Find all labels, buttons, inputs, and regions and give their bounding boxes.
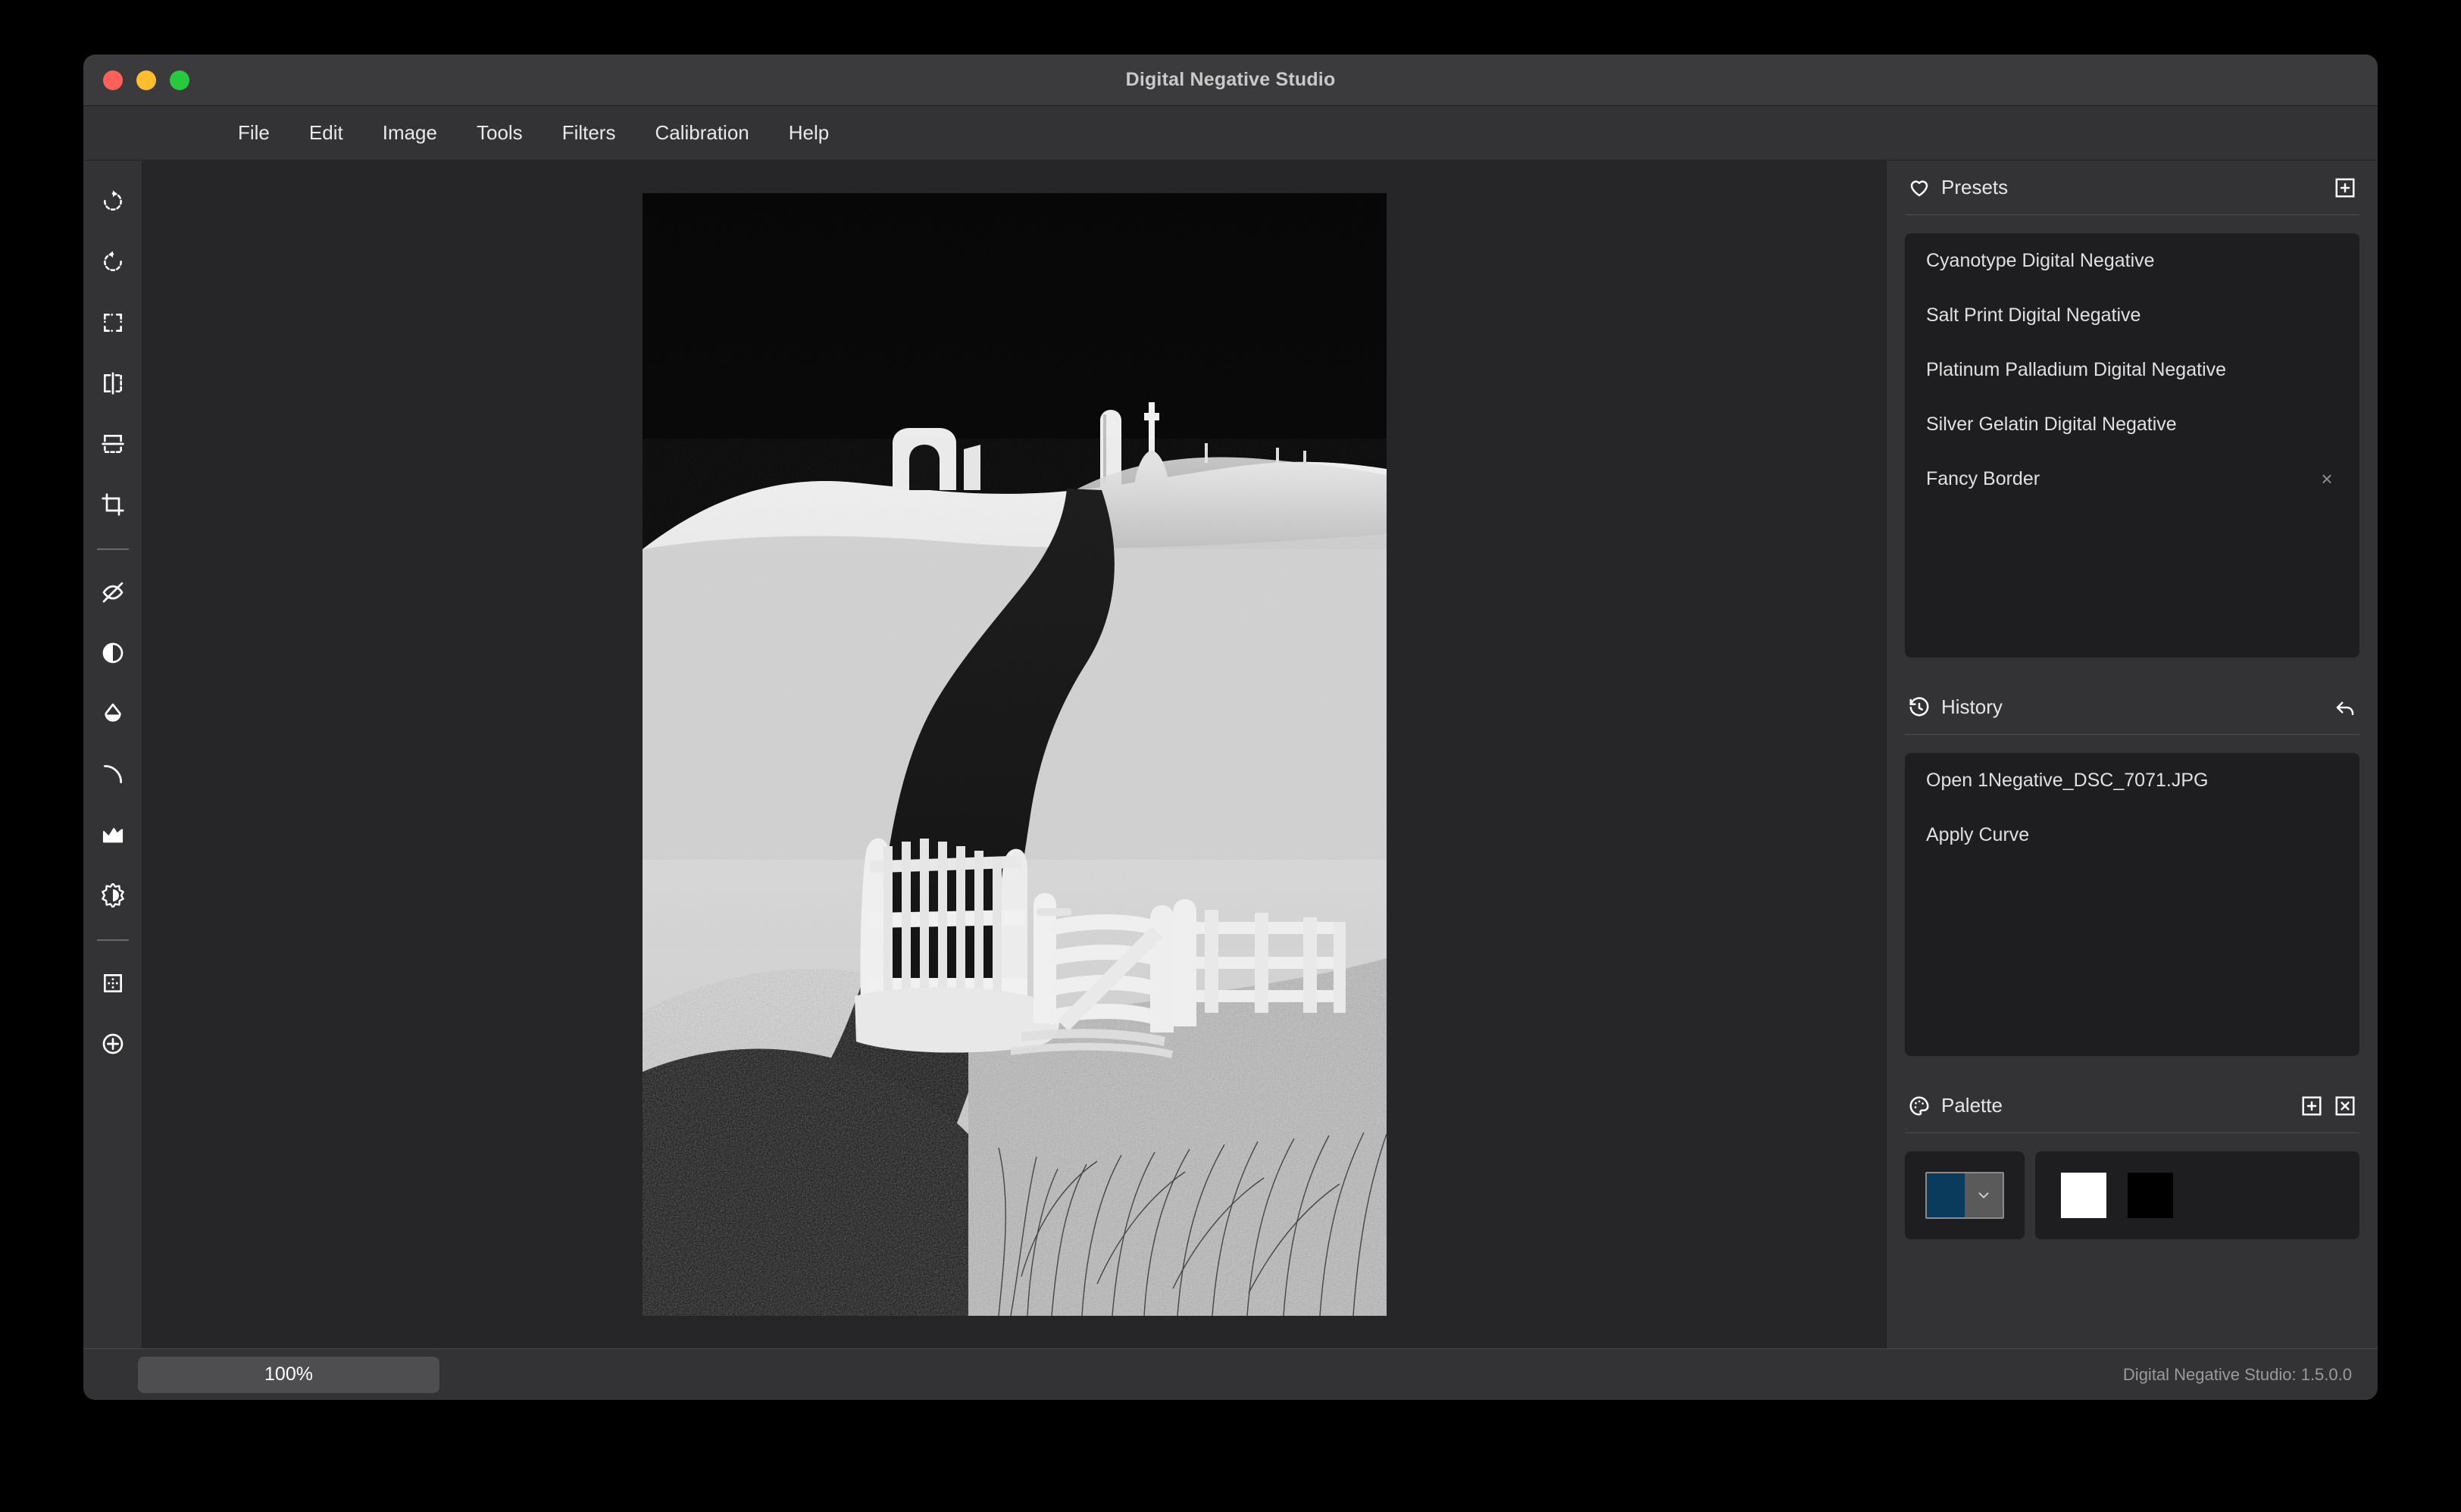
minimize-button[interactable] bbox=[136, 70, 156, 90]
right-panel: Presets Cyanotype Digital Negative Salt … bbox=[1887, 161, 2378, 1348]
white-swatch[interactable] bbox=[2061, 1173, 2106, 1218]
menu-filters[interactable]: Filters bbox=[543, 114, 636, 152]
history-title: History bbox=[1941, 695, 2334, 719]
preset-label: Platinum Palladium Digital Negative bbox=[1926, 359, 2338, 381]
invert-icon[interactable] bbox=[92, 571, 134, 614]
preset-label: Cyanotype Digital Negative bbox=[1926, 250, 2338, 272]
app-window: Digital Negative Studio File Edit Image … bbox=[83, 55, 2378, 1400]
contrast-icon[interactable] bbox=[92, 632, 134, 674]
status-bar: 100% Digital Negative Studio: 1.5.0.0 bbox=[83, 1348, 2378, 1400]
image-canvas[interactable] bbox=[643, 193, 1387, 1316]
title-bar: Digital Negative Studio bbox=[83, 55, 2378, 106]
preset-label: Salt Print Digital Negative bbox=[1926, 305, 2338, 326]
color-picker-container bbox=[1905, 1151, 2025, 1239]
version-label: Digital Negative Studio: 1.5.0.0 bbox=[2123, 1365, 2352, 1385]
palette-header: Palette bbox=[1905, 1079, 2359, 1133]
brightness-icon[interactable] bbox=[92, 874, 134, 917]
preset-item[interactable]: Fancy Border × bbox=[1905, 451, 2359, 506]
window-title: Digital Negative Studio bbox=[83, 69, 2378, 91]
toolbar-divider-2 bbox=[97, 939, 129, 941]
presets-header: Presets bbox=[1905, 161, 2359, 215]
history-list[interactable]: Open 1Negative_DSC_7071.JPG Apply Curve bbox=[1905, 753, 2359, 1056]
rotate-left-icon[interactable] bbox=[92, 241, 134, 283]
presets-title: Presets bbox=[1941, 176, 2334, 199]
history-label: Open 1Negative_DSC_7071.JPG bbox=[1926, 770, 2338, 792]
flip-vertical-icon[interactable] bbox=[92, 423, 134, 465]
undo-icon[interactable] bbox=[2334, 696, 2356, 719]
presets-actions bbox=[2334, 177, 2356, 199]
add-preset-icon[interactable] bbox=[2334, 177, 2356, 199]
history-item[interactable]: Open 1Negative_DSC_7071.JPG bbox=[1905, 753, 2359, 808]
preset-item[interactable]: Cyanotype Digital Negative bbox=[1905, 233, 2359, 288]
flip-horizontal-icon[interactable] bbox=[92, 362, 134, 405]
menu-bar: File Edit Image Tools Filters Calibratio… bbox=[83, 106, 2378, 161]
menu-file[interactable]: File bbox=[218, 114, 289, 152]
select-region-icon[interactable] bbox=[92, 301, 134, 344]
palette-icon bbox=[1908, 1095, 1931, 1117]
menu-edit[interactable]: Edit bbox=[289, 114, 363, 152]
add-circle-icon[interactable] bbox=[92, 1023, 134, 1065]
history-header: History bbox=[1905, 680, 2359, 735]
history-item[interactable]: Apply Curve bbox=[1905, 808, 2359, 862]
menu-help[interactable]: Help bbox=[769, 114, 849, 152]
curve-icon[interactable] bbox=[92, 753, 134, 795]
preset-label: Silver Gelatin Digital Negative bbox=[1926, 414, 2338, 436]
crop-icon[interactable] bbox=[92, 483, 134, 526]
grid-pattern-icon[interactable] bbox=[92, 962, 134, 1004]
preset-item[interactable]: Silver Gelatin Digital Negative bbox=[1905, 397, 2359, 451]
levels-histogram-icon[interactable] bbox=[92, 814, 134, 856]
black-swatch[interactable] bbox=[2128, 1173, 2173, 1218]
maximize-button[interactable] bbox=[170, 70, 189, 90]
main-body: Presets Cyanotype Digital Negative Salt … bbox=[83, 161, 2378, 1348]
menu-calibration[interactable]: Calibration bbox=[635, 114, 768, 152]
palette-title: Palette bbox=[1941, 1094, 2300, 1117]
negative-photograph bbox=[643, 193, 1387, 1316]
preset-item[interactable]: Platinum Palladium Digital Negative bbox=[1905, 342, 2359, 397]
left-toolbar bbox=[83, 161, 142, 1348]
color-picker[interactable] bbox=[1925, 1172, 2004, 1219]
heart-icon bbox=[1908, 177, 1931, 199]
rotate-right-icon[interactable] bbox=[92, 180, 134, 223]
remove-swatch-icon[interactable] bbox=[2334, 1095, 2356, 1117]
toolbar-divider-1 bbox=[97, 548, 129, 550]
canvas-area[interactable] bbox=[142, 161, 1887, 1348]
history-actions bbox=[2334, 696, 2356, 719]
active-color-swatch[interactable] bbox=[1927, 1173, 1965, 1217]
palette-body bbox=[1905, 1151, 2359, 1239]
saturation-droplet-icon[interactable] bbox=[92, 692, 134, 735]
add-swatch-icon[interactable] bbox=[2300, 1095, 2323, 1117]
zoom-level-control[interactable]: 100% bbox=[138, 1357, 439, 1393]
menu-tools[interactable]: Tools bbox=[457, 114, 543, 152]
preset-label: Fancy Border bbox=[1926, 468, 2316, 490]
window-controls bbox=[103, 70, 189, 90]
presets-list[interactable]: Cyanotype Digital Negative Salt Print Di… bbox=[1905, 233, 2359, 658]
history-clock-icon bbox=[1908, 696, 1931, 719]
preset-item[interactable]: Salt Print Digital Negative bbox=[1905, 288, 2359, 342]
swatch-strip bbox=[2035, 1151, 2359, 1239]
chevron-down-icon[interactable] bbox=[1965, 1173, 2003, 1217]
menu-image[interactable]: Image bbox=[363, 114, 457, 152]
history-label: Apply Curve bbox=[1926, 824, 2338, 846]
delete-preset-icon[interactable]: × bbox=[2316, 467, 2338, 491]
close-button[interactable] bbox=[103, 70, 123, 90]
palette-actions bbox=[2300, 1095, 2356, 1117]
